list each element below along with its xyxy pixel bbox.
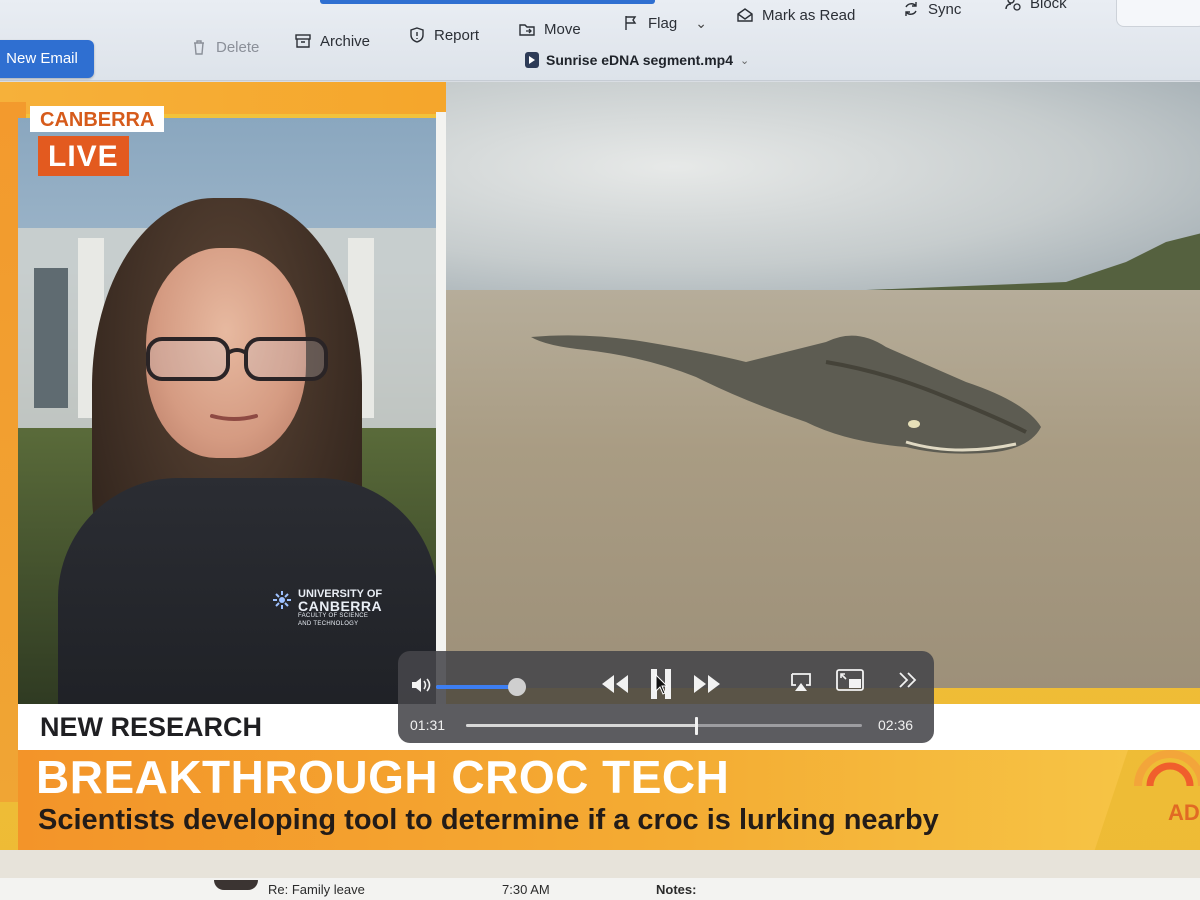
video-file-icon: [525, 52, 539, 68]
university-star-icon: [273, 591, 291, 609]
corner-panel: [1116, 0, 1200, 27]
glasses-icon: [146, 337, 328, 381]
volume-fill: [436, 685, 517, 689]
seek-playhead[interactable]: [694, 717, 698, 735]
kicker-label: NEW RESEARCH: [40, 712, 263, 742]
flag-label: Flag: [648, 14, 678, 32]
location-tag: CANBERRA: [30, 106, 165, 132]
title-chevron-down-icon[interactable]: ⌄: [740, 54, 749, 67]
seek-fill: [466, 724, 696, 727]
avatar: [214, 880, 258, 890]
sunrise-logo-icon: [1134, 750, 1200, 787]
airplay-icon[interactable]: [790, 671, 812, 693]
mail-list-peek: Re: Family leave 7:30 AM Notes:: [0, 878, 1200, 900]
video-title-bar[interactable]: Sunrise eDNA segment.mp4 ⌄: [525, 52, 749, 68]
move-label: Move: [544, 20, 581, 38]
archive-label: Archive: [320, 32, 371, 50]
flag-icon: [625, 16, 637, 30]
volume-slider[interactable]: [436, 678, 526, 696]
delete-button[interactable]: Delete: [190, 38, 259, 56]
picture-in-picture-icon[interactable]: [836, 669, 864, 691]
crocodile: [531, 335, 1041, 454]
mail-subject[interactable]: Re: Family leave: [268, 882, 365, 897]
subline: Scientists developing tool to determine …: [38, 804, 939, 836]
university-logo: UNIVERSITY OF CANBERRA FACULTY OF SCIENC…: [273, 588, 383, 628]
headline: BREAKTHROUGH CROC TECH: [36, 751, 730, 803]
reporter-mouth: [210, 414, 258, 421]
sync-label: Sync: [928, 0, 962, 18]
block-user-icon: [1005, 0, 1021, 11]
rewind-icon[interactable]: [600, 673, 630, 695]
block-label: Block: [1030, 0, 1067, 12]
sync-button[interactable]: Sync: [902, 0, 961, 18]
pause-icon[interactable]: [648, 667, 674, 701]
network-tag: AD: [1168, 800, 1200, 825]
notes-label: Notes:: [656, 882, 697, 897]
flag-chevron-down-icon[interactable]: ⌄: [695, 15, 707, 32]
shield-icon: [410, 27, 424, 43]
broadcast-bottom-band: [0, 850, 1200, 878]
new-email-button[interactable]: New Email: [0, 40, 94, 78]
mark-as-read-button[interactable]: Mark as Read: [736, 6, 855, 24]
player-controls: 01:31 02:36: [398, 651, 934, 743]
archive-icon: [295, 34, 311, 48]
sync-icon: [905, 2, 917, 16]
move-button[interactable]: Move: [518, 20, 581, 38]
crocodile-footage-panel: [446, 82, 1200, 688]
trash-icon: [194, 40, 204, 55]
delete-label: Delete: [216, 38, 260, 56]
fast-forward-icon[interactable]: [692, 673, 722, 695]
reporter-panel: UNIVERSITY OF CANBERRA FACULTY OF SCIENC…: [18, 118, 438, 706]
mark-as-read-label: Mark as Read: [762, 6, 856, 24]
report-button[interactable]: Report: [408, 26, 479, 44]
building-window: [34, 268, 68, 408]
university-logo-line4: AND TECHNOLOGY: [298, 621, 359, 627]
report-label: Report: [434, 26, 480, 44]
total-time: 02:36: [878, 717, 914, 733]
toolbar-accent-strip: [320, 0, 655, 4]
volume-knob[interactable]: [508, 678, 526, 696]
current-time: 01:31: [410, 717, 446, 733]
block-button[interactable]: Block: [1004, 0, 1067, 12]
panel-divider: [436, 112, 446, 712]
university-logo-line2: CANBERRA: [298, 598, 383, 614]
mail-time: 7:30 AM: [502, 882, 550, 897]
volume-icon[interactable]: [410, 676, 432, 694]
chevrons-right-icon[interactable]: [896, 668, 920, 692]
mail-toolbar: New Email Delete Archive Report Move Fla…: [0, 0, 1200, 81]
archive-button[interactable]: Archive: [294, 32, 370, 50]
live-badge: LIVE: [38, 136, 129, 176]
folder-move-icon: [519, 24, 535, 36]
video-filename: Sunrise eDNA segment.mp4: [546, 52, 733, 68]
seek-bar[interactable]: [466, 717, 862, 735]
envelope-open-icon: [737, 8, 753, 22]
video-frame[interactable]: UNIVERSITY OF CANBERRA FACULTY OF SCIENC…: [0, 82, 1200, 878]
flag-button[interactable]: Flag ⌄: [622, 14, 707, 32]
